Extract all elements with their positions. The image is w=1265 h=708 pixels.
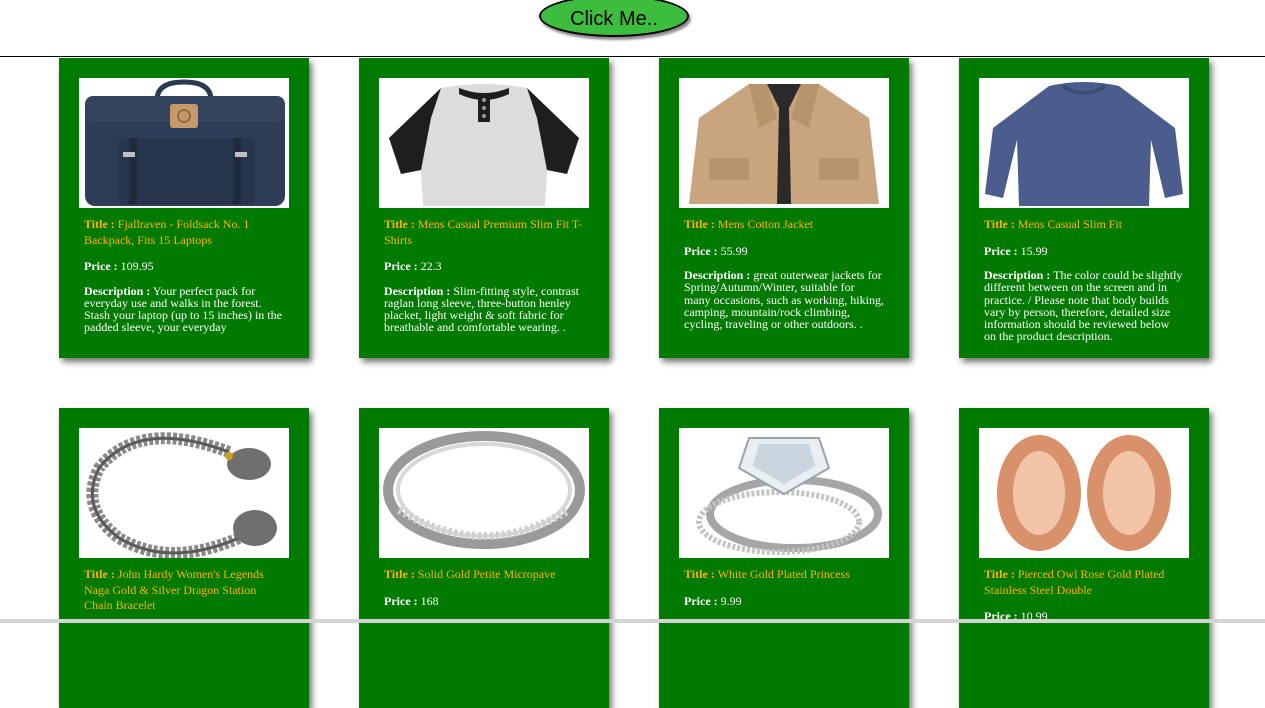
product-description: Description : great outerwear jackets fo… <box>684 269 884 330</box>
product-description: Description : Slim-fitting style, contra… <box>384 285 584 334</box>
product-description: Description : The color could be slightl… <box>984 269 1184 342</box>
product-image <box>379 428 589 558</box>
product-title: Title : Mens Casual Slim Fit <box>984 217 1184 233</box>
product-card[interactable]: Title : White Gold Plated Princess Price… <box>659 408 909 708</box>
backpack-icon <box>79 78 289 208</box>
long-sleeve-shirt-icon <box>979 78 1189 208</box>
ear-plugs-icon <box>979 428 1189 558</box>
product-title: Title : Mens Cotton Jacket <box>684 217 884 233</box>
product-image <box>679 78 889 208</box>
top-bar: Click Me.. <box>0 0 1265 57</box>
product-price: Price : 15.99 <box>984 244 1184 260</box>
product-image <box>979 428 1189 558</box>
product-price: Price : 109.95 <box>84 259 284 275</box>
product-price: Price : 55.99 <box>684 244 884 260</box>
product-card[interactable]: Title : Mens Casual Premium Slim Fit T-S… <box>359 58 609 358</box>
product-card[interactable]: Title : John Hardy Women's Legends Naga … <box>59 408 309 708</box>
product-image <box>379 78 589 208</box>
product-image <box>679 428 889 558</box>
product-image <box>979 78 1189 208</box>
product-card[interactable]: Title : Solid Gold Petite Micropave Pric… <box>359 408 609 708</box>
horizontal-scrollbar[interactable] <box>0 619 1265 623</box>
product-price: Price : 168 <box>384 594 584 610</box>
product-title: Title : Pierced Owl Rose Gold Plated Sta… <box>984 567 1184 598</box>
diamond-ring-icon <box>679 428 889 558</box>
product-price: Price : 9.99 <box>684 594 884 610</box>
bracelet-icon <box>79 428 289 558</box>
product-image <box>79 428 289 558</box>
product-card[interactable]: Title : Pierced Owl Rose Gold Plated Sta… <box>959 408 1209 708</box>
click-me-button[interactable]: Click Me.. <box>539 0 689 37</box>
product-card[interactable]: Title : Fjallraven - Foldsack No. 1 Back… <box>59 58 309 358</box>
product-title: Title : Fjallraven - Foldsack No. 1 Back… <box>84 217 284 248</box>
product-description: Description : Your perfect pack for ever… <box>84 285 284 334</box>
product-price: Price : 22.3 <box>384 259 584 275</box>
jacket-icon <box>679 78 889 208</box>
product-image <box>79 78 289 208</box>
product-title: Title : White Gold Plated Princess <box>684 567 884 583</box>
tshirt-icon <box>379 78 589 208</box>
product-title: Title : Mens Casual Premium Slim Fit T-S… <box>384 217 584 248</box>
ring-icon <box>379 428 589 558</box>
product-card[interactable]: Title : Mens Cotton Jacket Price : 55.99… <box>659 58 909 358</box>
product-title: Title : John Hardy Women's Legends Naga … <box>84 567 284 614</box>
product-card[interactable]: Title : Mens Casual Slim Fit Price : 15.… <box>959 58 1209 358</box>
product-title: Title : Solid Gold Petite Micropave <box>384 567 584 583</box>
